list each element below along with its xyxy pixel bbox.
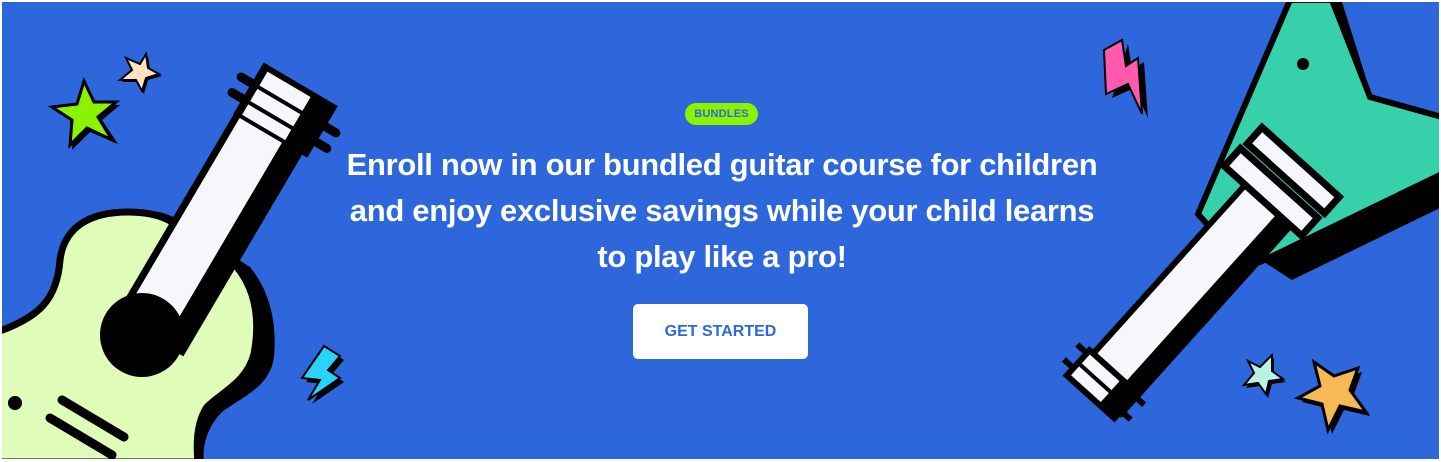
promo-banner: BUNDLES Enroll now in our bundled guitar… [2,2,1439,459]
promo-headline: Enroll now in our bundled guitar course … [346,147,1098,274]
green-star-icon [47,76,121,150]
bundles-badge: BUNDLES [685,103,758,125]
cream-star-icon [117,51,162,94]
mint-star-icon [1241,352,1286,398]
orange-star-icon [1293,358,1370,435]
acoustic-guitar-illustration [2,62,341,459]
lightning-bolt-icon-blue [300,344,344,404]
get-started-button[interactable]: GET STARTED [633,304,808,359]
lightning-bolt-icon-pink [1102,38,1148,118]
